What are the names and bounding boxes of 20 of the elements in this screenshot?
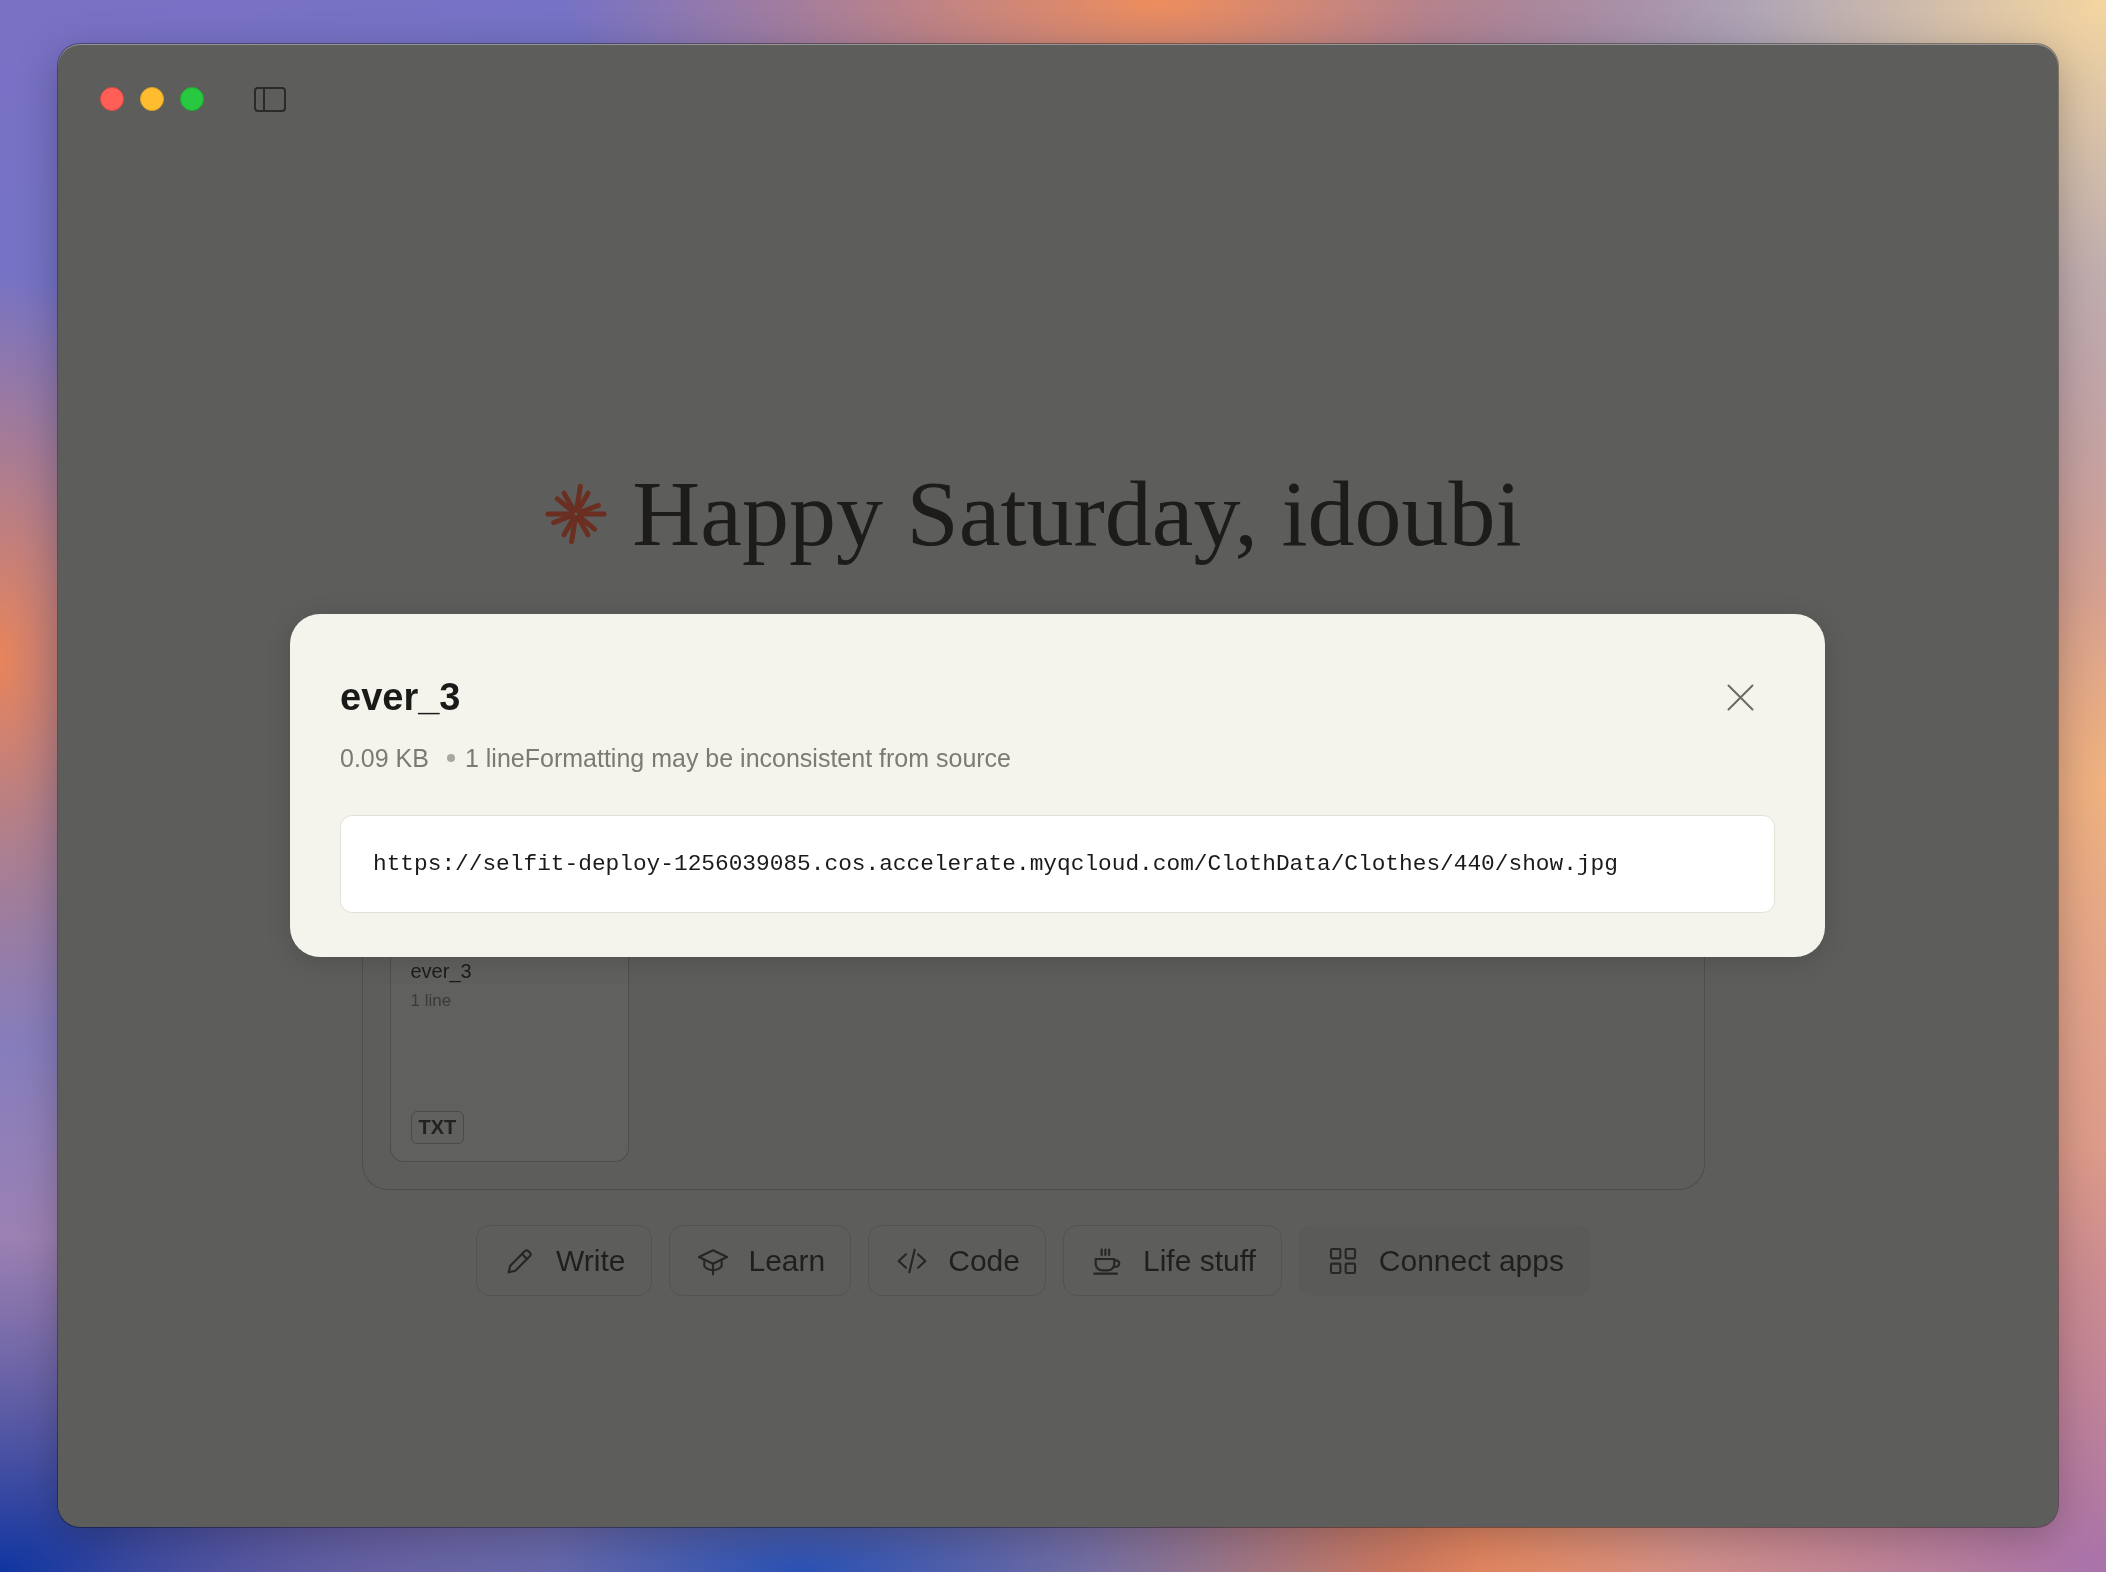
file-content: https://selfit-deploy-1256039085.cos.accelerate.myqcloud.com/ClothData/Clothes/440/show.jpg [340,815,1775,913]
file-size: 0.09 KB [340,743,429,773]
file-type-tag: TXT [410,1111,465,1144]
file-name: ever_3 [410,959,472,983]
file-details: 1 lineFormatting may be inconsistent from source [464,743,1012,773]
dialog-title: ever_3 [340,675,461,720]
close-icon [1727,683,1754,711]
suggestion-button[interactable]: Learn [668,1225,852,1296]
suggestion-button[interactable]: Write [476,1225,652,1296]
suggestion-button[interactable]: Connect apps [1298,1225,1590,1296]
spark-icon [544,481,609,546]
window-close-button[interactable] [100,87,124,111]
suggestion-button[interactable]: Code [868,1225,1046,1296]
window-zoom-button[interactable] [180,87,204,111]
window-minimize-button[interactable] [140,87,164,111]
separator-dot-icon [446,754,455,762]
suggestion-button[interactable]: Life stuff [1062,1225,1282,1296]
close-button[interactable] [1727,683,1754,711]
sidebar-icon[interactable] [254,86,286,112]
greeting-heading: Happy Saturday, idoubi [632,460,1522,567]
